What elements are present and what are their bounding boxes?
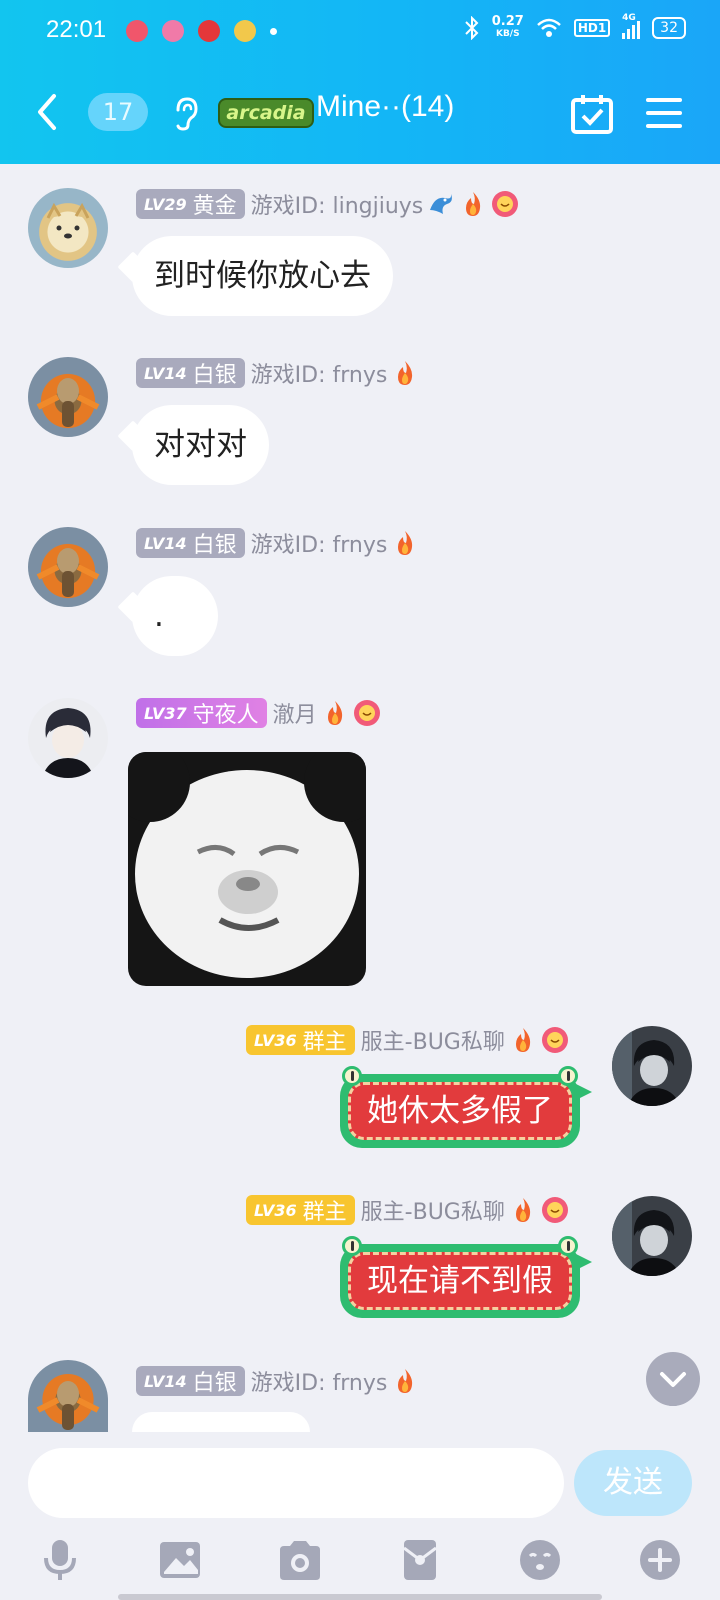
status-bar: 22:01 0.27 KB/S HD1 4G 32 bbox=[0, 13, 720, 50]
message-text: . bbox=[154, 598, 164, 634]
home-indicator bbox=[118, 1594, 602, 1600]
frog-eye-icon bbox=[342, 1236, 362, 1256]
scroll-to-bottom-button[interactable] bbox=[646, 1352, 700, 1410]
camera-icon[interactable] bbox=[276, 1536, 324, 1584]
dragon-icon bbox=[427, 190, 455, 218]
signal-icon: 4G bbox=[622, 13, 641, 39]
fire-icon bbox=[509, 1196, 537, 1224]
more-notifications-dot bbox=[270, 28, 277, 35]
hd-voice-icon: HD1 bbox=[573, 19, 611, 37]
wifi-icon bbox=[536, 18, 561, 37]
fire-icon bbox=[509, 1026, 537, 1054]
message-bubble[interactable]: . bbox=[117, 576, 218, 656]
flower-face-icon bbox=[353, 699, 381, 727]
message-text: 现在请不到假 bbox=[348, 1252, 572, 1310]
message-meta: LV14 白银 游戏ID: frnys bbox=[136, 358, 419, 388]
message-meta: LV29 黄金 游戏ID: lingjiuys bbox=[136, 189, 519, 219]
fire-icon bbox=[391, 1367, 419, 1395]
avatar[interactable] bbox=[612, 1196, 692, 1276]
microphone-icon[interactable] bbox=[36, 1536, 84, 1584]
app-notification-icon bbox=[126, 20, 148, 42]
message-meta: LV37 守夜人 澈月 bbox=[136, 698, 381, 728]
system-indicators: 0.27 KB/S HD1 4G 32 bbox=[464, 13, 686, 40]
avatar[interactable] bbox=[28, 698, 108, 778]
group-title[interactable]: Mine··(14) bbox=[316, 90, 454, 124]
level-badge: LV29 黄金 bbox=[136, 189, 245, 219]
sender-name[interactable]: 游戏ID: frnys bbox=[251, 1365, 388, 1397]
frog-eye-icon bbox=[342, 1066, 362, 1086]
flower-face-icon bbox=[541, 1026, 569, 1054]
send-button[interactable]: 发送 bbox=[574, 1450, 692, 1516]
level-badge: LV14 白银 bbox=[136, 528, 245, 558]
avatar[interactable] bbox=[28, 357, 108, 437]
composer-toolbar bbox=[0, 1536, 720, 1592]
ear-icon[interactable] bbox=[172, 96, 200, 132]
battery-indicator: 32 bbox=[652, 17, 686, 39]
fire-icon bbox=[391, 529, 419, 557]
creature-avatar-icon bbox=[36, 378, 100, 427]
app-notification-icon bbox=[162, 20, 184, 42]
chat-header: 22:01 0.27 KB/S HD1 4G 32 17 arcadia Mine… bbox=[0, 0, 720, 164]
notification-icons bbox=[126, 20, 277, 42]
message-meta: LV14 白银 游戏ID: frnys bbox=[136, 528, 419, 558]
message-meta: LV14 白银 游戏ID: frnys bbox=[136, 1366, 419, 1396]
sender-name[interactable]: 游戏ID: frnys bbox=[251, 527, 388, 559]
chevron-down-icon bbox=[660, 1372, 686, 1410]
sender-name[interactable]: 游戏ID: lingjiuys bbox=[251, 188, 424, 220]
fire-icon bbox=[321, 699, 349, 727]
level-badge: LV36 群主 bbox=[246, 1025, 355, 1055]
dark-boy-avatar-icon bbox=[612, 1196, 680, 1276]
composer: 发送 bbox=[0, 1432, 720, 1600]
message-input[interactable] bbox=[28, 1448, 564, 1518]
dark-boy-avatar-icon bbox=[612, 1026, 680, 1106]
sender-name[interactable]: 澈月 bbox=[273, 697, 317, 729]
app-notification-icon bbox=[234, 20, 256, 42]
calendar-check-icon[interactable] bbox=[570, 94, 614, 134]
status-time: 22:01 bbox=[46, 16, 107, 43]
app-notification-icon bbox=[198, 20, 220, 42]
emoji-icon[interactable] bbox=[516, 1536, 564, 1584]
avatar[interactable] bbox=[28, 188, 108, 268]
menu-icon[interactable] bbox=[646, 96, 682, 130]
creature-avatar-icon bbox=[36, 548, 100, 597]
message-text: 对对对 bbox=[154, 427, 247, 463]
message-text: 她休太多假了 bbox=[348, 1082, 572, 1140]
bluetooth-icon bbox=[465, 16, 479, 40]
message-bubble-partial[interactable] bbox=[132, 1412, 310, 1432]
sender-name[interactable]: 游戏ID: frnys bbox=[251, 357, 388, 389]
message-bubble[interactable]: 到时候你放心去 bbox=[117, 236, 393, 316]
dog-face-icon bbox=[46, 202, 90, 239]
level-badge: LV36 群主 bbox=[246, 1195, 355, 1225]
avatar[interactable] bbox=[28, 1360, 108, 1432]
image-icon[interactable] bbox=[156, 1536, 204, 1584]
plus-icon[interactable] bbox=[636, 1536, 684, 1584]
back-arrow-icon[interactable] bbox=[30, 90, 66, 134]
message-meta: LV36 群主 服主-BUG私聊 bbox=[246, 1025, 569, 1055]
level-badge: LV14 白银 bbox=[136, 1366, 245, 1396]
sender-name[interactable]: 服主-BUG私聊 bbox=[361, 1194, 505, 1226]
arcadia-logo: arcadia bbox=[218, 98, 314, 128]
fire-icon bbox=[391, 359, 419, 387]
message-text: 到时候你放心去 bbox=[154, 258, 371, 294]
message-bubble[interactable]: 对对对 bbox=[117, 405, 269, 485]
flower-face-icon bbox=[541, 1196, 569, 1224]
level-badge: LV37 守夜人 bbox=[136, 698, 267, 728]
net-speed: 0.27 KB/S bbox=[491, 14, 524, 39]
anime-boy-avatar-icon bbox=[42, 708, 94, 778]
panda-meme-sticker[interactable] bbox=[128, 752, 366, 986]
sender-name[interactable]: 服主-BUG私聊 bbox=[361, 1024, 505, 1056]
creature-avatar-icon bbox=[36, 1381, 100, 1430]
message-bubble[interactable]: 现在请不到假 bbox=[340, 1236, 592, 1318]
flower-face-icon bbox=[491, 190, 519, 218]
avatar[interactable] bbox=[612, 1026, 692, 1106]
message-meta: LV36 群主 服主-BUG私聊 bbox=[246, 1195, 569, 1225]
red-packet-icon[interactable] bbox=[396, 1536, 444, 1584]
fire-icon bbox=[459, 190, 487, 218]
avatar[interactable] bbox=[28, 527, 108, 607]
nav-bar: 17 arcadia Mine··(14) bbox=[0, 80, 720, 144]
unread-count-badge[interactable]: 17 bbox=[88, 93, 148, 131]
message-bubble[interactable]: 她休太多假了 bbox=[340, 1066, 592, 1148]
level-badge: LV14 白银 bbox=[136, 358, 245, 388]
